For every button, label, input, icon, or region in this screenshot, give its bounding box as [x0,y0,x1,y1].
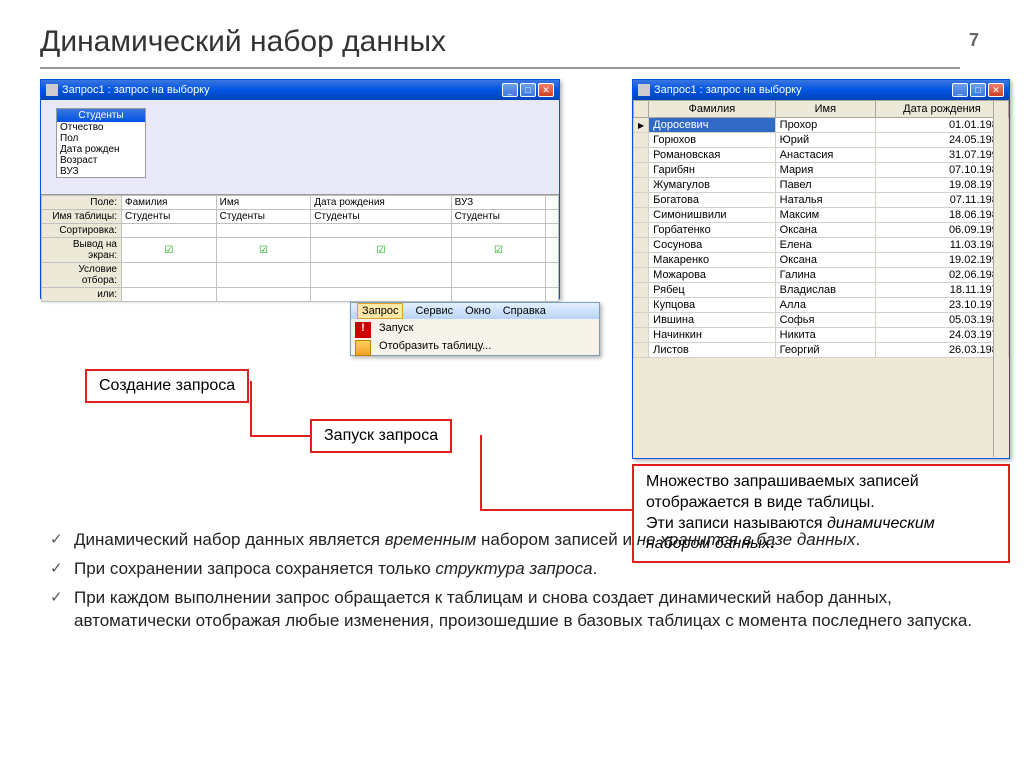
table-row[interactable]: КупцоваАлла23.10.1979 [634,298,1009,313]
callout-create-query: Создание запроса [85,369,249,403]
connector-line [480,509,632,511]
table-icon [355,340,371,356]
field-item[interactable]: ВУЗ [57,166,145,177]
menu-bar[interactable]: Запрос Сервис Окно Справка [351,303,599,319]
window-titlebar[interactable]: Запрос1 : запрос на выборку _ □ ✕ [633,80,1009,100]
table-row[interactable]: СосуноваЕлена11.03.1988 [634,238,1009,253]
table-row[interactable]: РябецВладислав18.11.1975 [634,283,1009,298]
field-item[interactable]: Возраст [57,155,145,166]
table-row[interactable]: НачинкинНикита24.03.1975 [634,328,1009,343]
slide-title: Динамический набор данных [40,25,984,59]
table-row[interactable]: ЖумагуловПавел19.08.1973 [634,178,1009,193]
maximize-button[interactable]: □ [970,83,986,97]
result-datasheet[interactable]: ФамилияИмяДата рожденияДоросевичПрохор01… [633,100,1009,358]
run-icon: ! [355,322,371,338]
app-icon [638,84,650,96]
table-row[interactable]: ГорюховЮрий24.05.1985 [634,133,1009,148]
window-title: Запрос1 : запрос на выборку [62,84,210,96]
app-icon [46,84,58,96]
maximize-button[interactable]: □ [520,83,536,97]
table-row[interactable]: БогатоваНаталья07.11.1981 [634,193,1009,208]
divider [40,67,960,69]
field-item[interactable]: Дата рожден [57,144,145,155]
table-row[interactable]: ИвшинаСофья05.03.1980 [634,313,1009,328]
menu-item-show-table[interactable]: Отобразить таблицу... [351,337,599,355]
table-row[interactable]: РомановскаяАнастасия31.07.1991 [634,148,1009,163]
menu-item-run-label: Запуск [379,322,413,334]
connector-line [250,381,252,437]
close-button[interactable]: ✕ [988,83,1004,97]
query-result-window: Запрос1 : запрос на выборку _ □ ✕ Фамили… [632,79,1010,459]
menu-service[interactable]: Сервис [415,305,453,317]
query-design-grid[interactable]: Поле:ФамилияИмяДата рожденияВУЗИмя табли… [41,195,559,302]
page-number: 7 [969,30,979,51]
table-row[interactable]: ДоросевичПрохор01.01.1988 [634,118,1009,133]
table-row[interactable]: МакаренкоОксана19.02.1990 [634,253,1009,268]
connector-line [250,435,310,437]
menu-popup: Запрос Сервис Окно Справка ! Запуск Отобрази… [350,302,600,356]
menu-zapros[interactable]: Запрос [357,303,403,319]
table-row[interactable]: ГарибянМария07.10.1984 [634,163,1009,178]
bullet-list: Динамический набор данных является време… [40,529,984,633]
field-item[interactable]: Отчество [57,122,145,133]
bullet-2: При сохранении запроса сохраняется тольк… [50,558,984,581]
menu-item-show-label: Отобразить таблицу... [379,340,491,352]
callout-run-query: Запуск запроса [310,419,452,453]
table-row[interactable]: ЛистовГеоргий26.03.1985 [634,343,1009,358]
table-source-box[interactable]: Студенты ОтчествоПолДата рожденВозрастВУ… [56,108,146,178]
callout3-line1: Множество запрашиваемых записей отобража… [646,473,919,511]
table-row[interactable]: ГорбатенкоОксана06.09.1991 [634,223,1009,238]
table-row[interactable]: СимонишвилиМаксим18.06.1988 [634,208,1009,223]
bullet-3: При каждом выполнении запрос обращается … [50,587,984,633]
close-button[interactable]: ✕ [538,83,554,97]
menu-spravka[interactable]: Справка [503,305,546,317]
menu-item-run[interactable]: ! Запуск [351,319,599,337]
vertical-scrollbar[interactable] [993,101,1008,457]
connector-line [480,435,482,510]
minimize-button[interactable]: _ [952,83,968,97]
query-designer-window: Запрос1 : запрос на выборку _ □ ✕ Студен… [40,79,560,299]
window-titlebar[interactable]: Запрос1 : запрос на выборку _ □ ✕ [41,80,559,100]
field-item[interactable]: Пол [57,133,145,144]
table-row[interactable]: МожароваГалина02.06.1989 [634,268,1009,283]
table-source-title: Студенты [57,109,145,122]
window-title: Запрос1 : запрос на выборку [654,84,802,96]
menu-okno[interactable]: Окно [465,305,491,317]
bullet-1: Динамический набор данных является време… [50,529,984,552]
minimize-button[interactable]: _ [502,83,518,97]
